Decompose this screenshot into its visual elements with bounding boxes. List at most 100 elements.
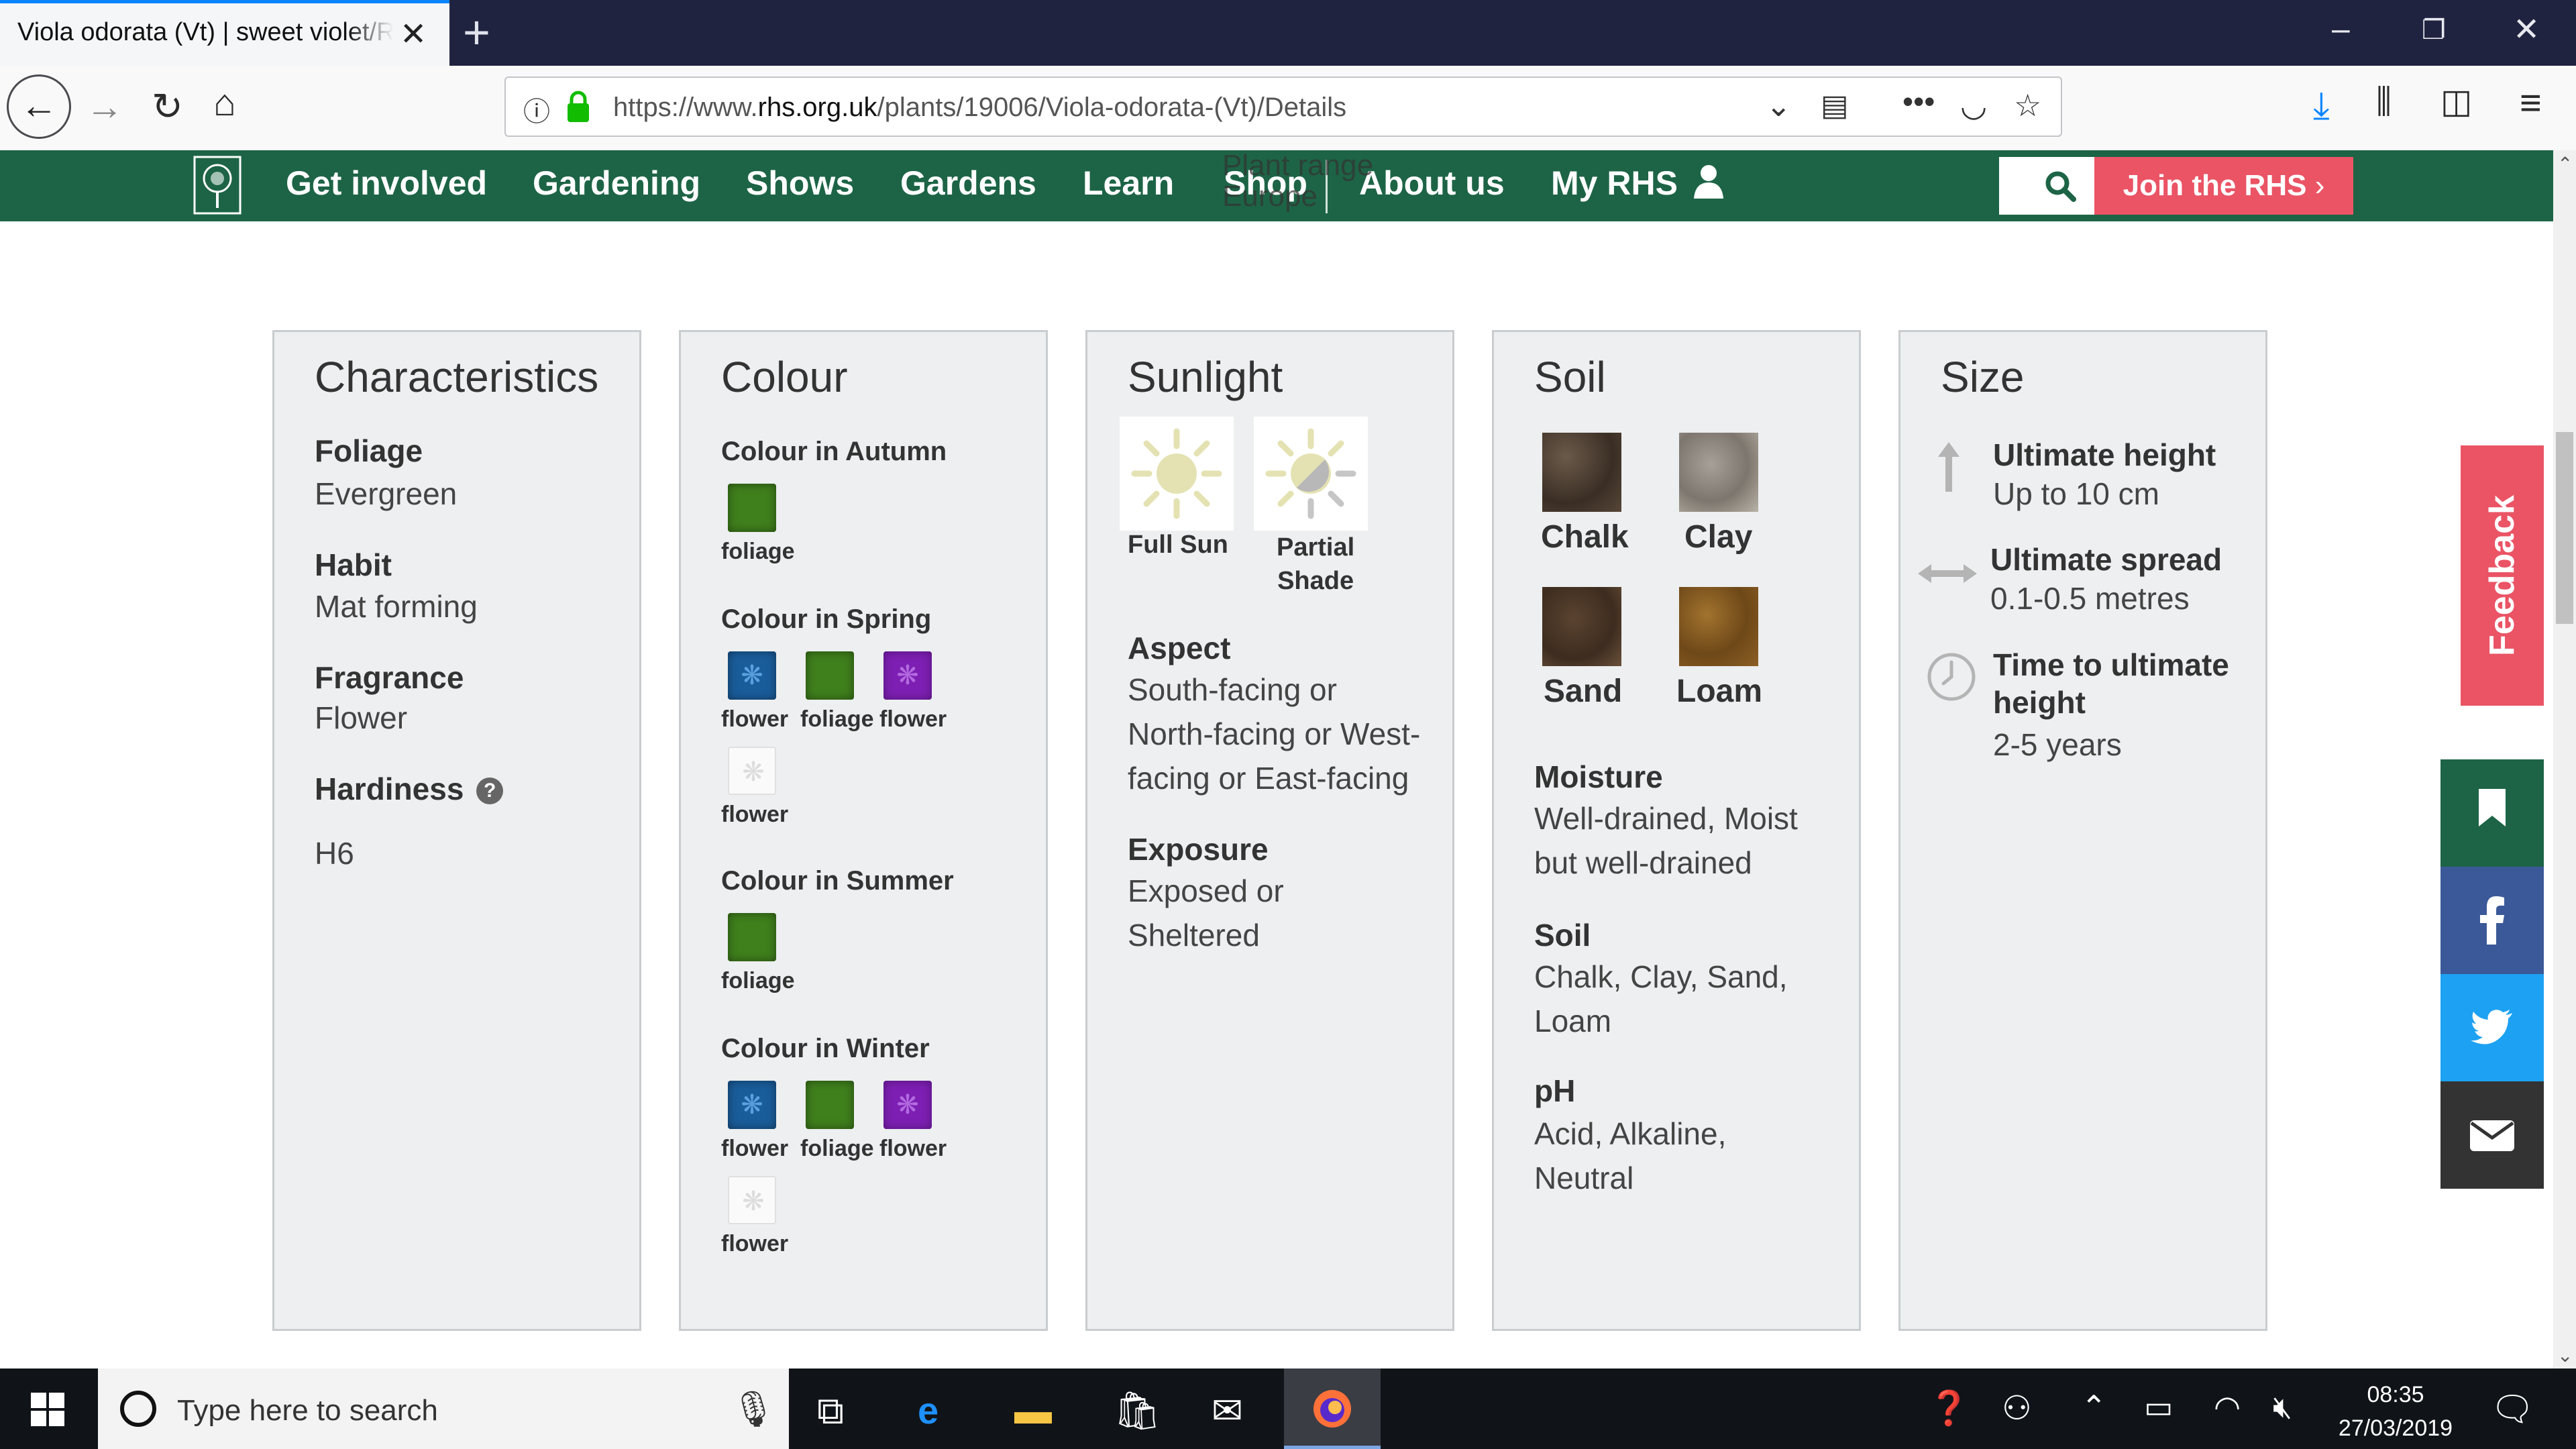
join-rhs-button[interactable]: Join the RHS ›	[2094, 157, 2353, 215]
firefox-taskbar-button[interactable]	[1284, 1368, 1381, 1449]
info-icon[interactable]: ⓘ	[523, 90, 550, 129]
summer-foliage-label: foliage	[721, 968, 795, 994]
hardiness-value: H6	[315, 836, 354, 871]
chevron-down-icon[interactable]: ⌄	[1766, 87, 1792, 123]
rhs-logo-icon[interactable]	[193, 156, 241, 215]
spring-flower-blue-swatch: ❋	[728, 651, 776, 700]
time-to-height-label: Time to ultimate height	[1993, 646, 2229, 721]
menu-icon[interactable]: ≡	[2520, 80, 2542, 124]
ultimate-height-label: Ultimate height	[1993, 437, 2216, 472]
nav-shows[interactable]: Shows	[746, 164, 854, 203]
soil-type-value: Chalk, Clay, Sand, Loam	[1534, 955, 1788, 1043]
file-explorer-icon[interactable]: ▬	[1014, 1389, 1052, 1432]
back-icon[interactable]: ←	[7, 74, 71, 139]
wifi-icon[interactable]: ◠	[2214, 1389, 2241, 1425]
scroll-thumb[interactable]	[2556, 432, 2573, 624]
winter-flower-label: flower	[721, 1231, 789, 1256]
scroll-down-icon[interactable]: ⌄	[2557, 1344, 2573, 1366]
battery-icon[interactable]: ▭	[2144, 1389, 2173, 1425]
partial-shade-line2: Shade	[1277, 567, 1354, 595]
feedback-label: Feedback	[2483, 495, 2522, 656]
browser-toolbar: ← → ↻ ⌂ ⓘ https://www.rhs.org.uk/plants/…	[0, 66, 2576, 152]
twitter-share-button[interactable]	[2440, 974, 2544, 1081]
exposure-value: Exposed or Sheltered	[1128, 869, 1284, 957]
nav-get-involved[interactable]: Get involved	[286, 164, 487, 203]
reader-view-icon[interactable]: ▤	[1821, 89, 1849, 123]
clay-label: Clay	[1684, 519, 1753, 555]
height-arrow-icon	[1938, 442, 1960, 492]
url-bar[interactable]: ⓘ https://www.rhs.org.uk/plants/19006/Vi…	[504, 76, 2062, 137]
chalk-label: Chalk	[1541, 519, 1629, 555]
moisture-value: Well-drained, Moist but well-drained	[1534, 796, 1798, 885]
microphone-icon[interactable]: 🎙︎	[731, 1389, 775, 1430]
spring-flower-label: flower	[879, 706, 947, 732]
pocket-icon[interactable]: ◡	[1960, 87, 1987, 123]
restore-icon[interactable]: ❐	[2422, 15, 2446, 46]
reload-icon[interactable]: ↻	[152, 85, 183, 129]
help-tray-icon[interactable]: ❓	[1928, 1389, 1970, 1428]
nav-my-rhs[interactable]: My RHS	[1551, 164, 1725, 203]
scroll-up-icon[interactable]: ⌃	[2557, 153, 2573, 175]
store-icon[interactable]: 🛍︎	[1114, 1389, 1161, 1433]
more-actions-icon[interactable]: •••	[1902, 83, 1935, 119]
forward-icon[interactable]: →	[86, 85, 123, 128]
size-panel: Size Ultimate height Up to 10 cm Ultimat…	[1898, 330, 2267, 1331]
time-to-height-line2: height	[1993, 685, 2086, 720]
url-text[interactable]: https://www.rhs.org.uk/plants/19006/Viol…	[613, 93, 1346, 123]
join-label: Join the RHS	[2123, 169, 2307, 202]
browser-tab[interactable]: Viola odorata (Vt) | sweet violet/RHS Ga…	[0, 0, 449, 66]
page-scrollbar[interactable]: ⌃ ⌄	[2553, 150, 2576, 1368]
ph-line: Neutral	[1534, 1161, 1634, 1195]
aspect-line: North-facing or West-	[1128, 716, 1421, 751]
habit-value: Mat forming	[315, 589, 478, 624]
edge-icon[interactable]: e	[918, 1389, 938, 1432]
email-share-button[interactable]	[2440, 1081, 2544, 1189]
task-view-icon[interactable]: ⧉	[817, 1389, 844, 1434]
nav-gardening[interactable]: Gardening	[533, 164, 700, 203]
url-path: /plants/19006/Viola-odorata-(Vt)/Details	[877, 93, 1347, 122]
loam-label: Loam	[1676, 674, 1763, 709]
join-chevron-icon: ›	[2314, 169, 2325, 202]
spring-foliage-swatch	[806, 651, 854, 700]
mail-icon[interactable]: ✉	[1212, 1389, 1243, 1433]
minimize-icon[interactable]: –	[2332, 11, 2350, 48]
search-icon	[2045, 171, 2076, 202]
bookmark-icon	[2479, 789, 2506, 826]
tab-close-icon[interactable]: ✕	[400, 15, 427, 53]
hardiness-label: Hardiness ?	[315, 771, 504, 807]
spring-flower-label: flower	[721, 802, 789, 827]
downloads-icon[interactable]: ⤓	[2313, 83, 2330, 128]
people-icon[interactable]: ⚇	[2002, 1389, 2032, 1428]
windows-start-icon[interactable]	[31, 1393, 64, 1426]
show-hidden-icons[interactable]: ⌃	[2081, 1389, 2107, 1425]
sidebar-icon[interactable]: ◫	[2440, 82, 2472, 121]
close-window-icon[interactable]: ✕	[2513, 11, 2540, 48]
full-sun-label: Full Sun	[1128, 531, 1228, 559]
new-tab-icon[interactable]: +	[463, 5, 490, 59]
nav-learn[interactable]: Learn	[1083, 164, 1174, 203]
taskbar-clock[interactable]: 08:35 27/03/2019	[2325, 1378, 2466, 1445]
help-icon[interactable]: ?	[476, 777, 504, 804]
twitter-icon	[2471, 1010, 2512, 1044]
partial-shade-icon	[1265, 428, 1356, 519]
facebook-share-button[interactable]	[2440, 867, 2544, 974]
bookmark-star-icon[interactable]: ☆	[2014, 87, 2041, 123]
exposure-line: Exposed or	[1128, 873, 1284, 908]
email-icon	[2470, 1120, 2514, 1151]
nav-gardens[interactable]: Gardens	[900, 164, 1036, 203]
home-icon[interactable]: ⌂	[213, 80, 236, 124]
winter-flower-blue-swatch: ❋	[728, 1081, 776, 1129]
taskbar-search-box[interactable]: Type here to search 🎙︎	[98, 1368, 789, 1449]
feedback-tab[interactable]: Feedback	[2461, 445, 2544, 706]
volume-muted-icon[interactable]: 🔇︎	[2273, 1389, 2292, 1426]
summer-label: Colour in Summer	[721, 866, 954, 896]
taskbar-search-placeholder: Type here to search	[177, 1394, 438, 1427]
soil-type-label: Soil	[1534, 918, 1591, 953]
notifications-icon[interactable]: 🗨︎	[2490, 1389, 2534, 1430]
nav-about-us[interactable]: About us	[1359, 164, 1505, 203]
clock-icon	[1927, 653, 1976, 701]
bookmark-button[interactable]	[2440, 759, 2544, 867]
library-icon[interactable]: ⫼	[2376, 82, 2392, 121]
nav-shop[interactable]: Shop	[1224, 164, 1307, 203]
clock-date: 27/03/2019	[2338, 1415, 2453, 1441]
